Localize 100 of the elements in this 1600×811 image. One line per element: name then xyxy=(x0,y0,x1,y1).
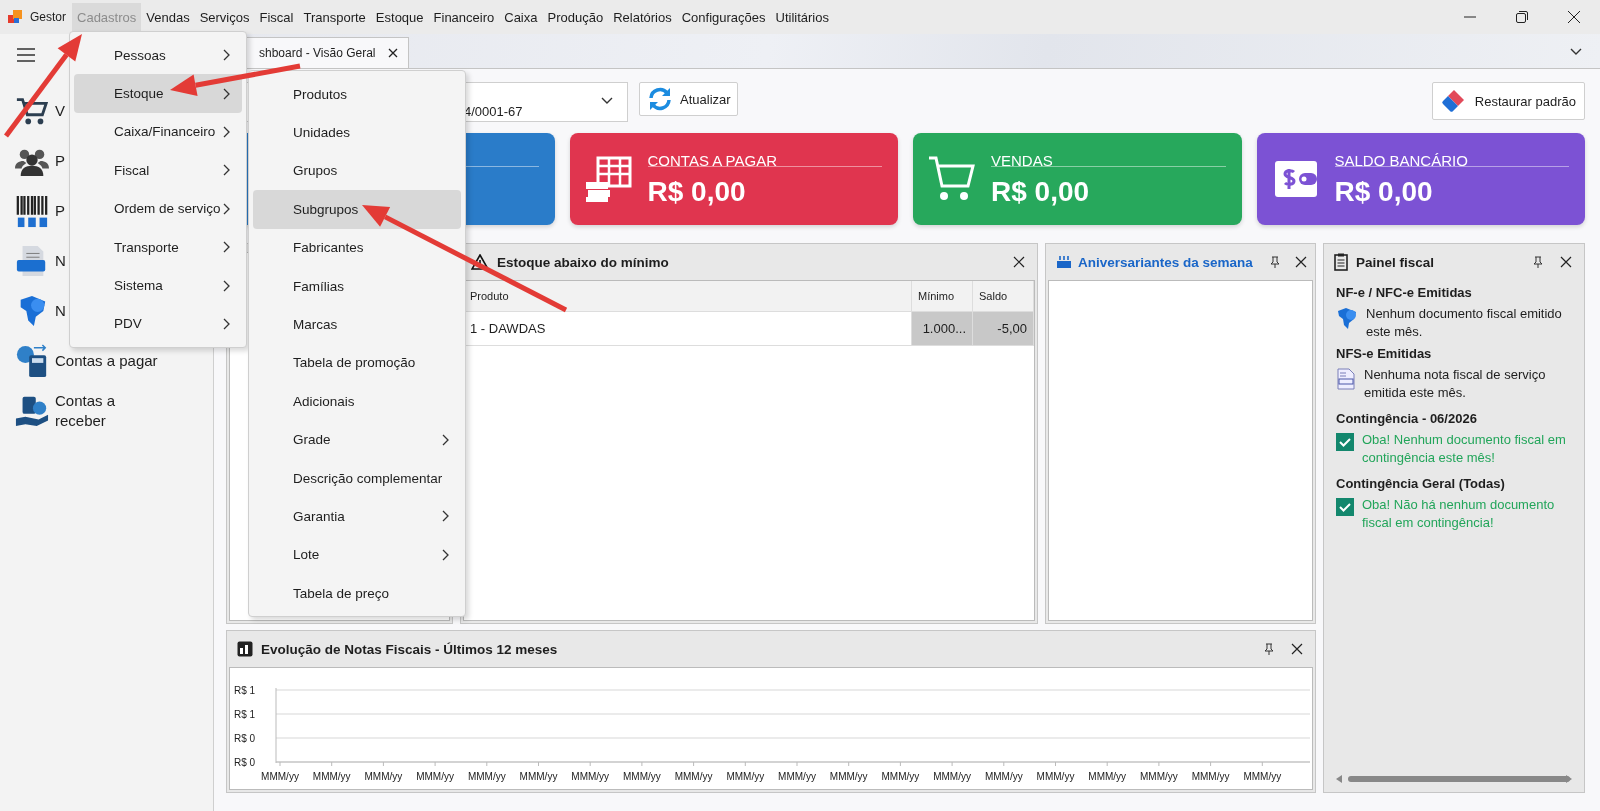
axis-label: MMM/yy xyxy=(1088,771,1127,782)
menu-entry[interactable]: Lote xyxy=(253,535,461,575)
status-message: Nenhuma nota fiscal de serviço emitida este mês. xyxy=(1364,366,1547,402)
menu-item[interactable]: Financeiro xyxy=(428,2,500,32)
sidebar-item[interactable]: Contas a receber xyxy=(55,391,163,431)
menu-item[interactable]: Vendas xyxy=(141,2,195,32)
menu-item[interactable]: Caixa xyxy=(499,2,543,32)
menu-entry[interactable]: Adicionais xyxy=(253,382,461,421)
axis-label: R$ 0 xyxy=(234,733,256,744)
section-heading: Contingência - 06/2026 xyxy=(1336,410,1478,428)
scrollbar[interactable] xyxy=(1336,774,1572,784)
menu-entry[interactable]: Unidades xyxy=(253,113,461,152)
app-name: Gestor xyxy=(30,10,66,24)
chevron-down-icon xyxy=(601,97,613,105)
chevron-right-icon xyxy=(223,87,230,100)
menu-entry[interactable]: PDV xyxy=(74,304,242,344)
restore-icon[interactable] xyxy=(1515,10,1529,24)
panel-title: Evolução de Notas Fiscais - Últimos 12 meses xyxy=(261,641,558,657)
menu-item[interactable]: Utilitários xyxy=(770,2,834,32)
wallet-icon xyxy=(1272,159,1319,199)
card-label: CONTAS A PAGAR xyxy=(647,151,778,171)
sidebar-item[interactable]: P xyxy=(55,151,65,171)
pin-icon[interactable] xyxy=(1269,256,1281,268)
menu-entry[interactable]: Caixa/Financeiro xyxy=(74,112,242,152)
menu-item[interactable]: Produção xyxy=(542,2,609,32)
menu-icon[interactable] xyxy=(16,48,36,62)
menu-item[interactable]: Fiscal xyxy=(254,2,299,32)
menu-entry[interactable]: Produtos xyxy=(253,75,461,114)
menu-item[interactable]: Estoque xyxy=(370,2,429,32)
menu-entry[interactable]: Ordem de serviço xyxy=(74,189,242,228)
menu-item[interactable]: Configurações xyxy=(676,2,771,32)
axis-label: MMM/yy xyxy=(519,771,558,782)
menu-entry[interactable]: Estoque xyxy=(74,74,242,113)
table-cell: -5,00 xyxy=(973,312,1034,345)
menu-entry[interactable]: Fiscal xyxy=(74,151,242,190)
menu-entry[interactable]: Fabricantes xyxy=(253,228,461,267)
table-money-icon xyxy=(583,154,634,204)
section-heading: NFS-e Emitidas xyxy=(1336,345,1433,363)
card-value: R$ 0,00 xyxy=(647,175,747,209)
menu-entry[interactable]: Famílias xyxy=(253,266,461,306)
axis-label: MMM/yy xyxy=(467,771,506,782)
restore-defaults-button[interactable]: Restaurar padrão xyxy=(1431,82,1585,120)
column-header[interactable]: Saldo xyxy=(973,281,1034,311)
menu-entry[interactable]: Transporte xyxy=(74,227,242,267)
menu-entry[interactable]: Tabela de preço xyxy=(253,574,461,613)
axis-label: R$ 1 xyxy=(234,685,256,696)
column-header[interactable]: Mínimo xyxy=(912,281,973,311)
menu-entry[interactable]: Descrição complementar xyxy=(253,458,461,498)
panel-title: Painel fiscal xyxy=(1356,254,1435,270)
close-icon[interactable] xyxy=(387,48,398,58)
status-message: Oba! Nenhum documento fiscal em contingência este mês! xyxy=(1362,431,1567,467)
card-value: R$ 0,00 xyxy=(991,175,1091,209)
chevron-right-icon xyxy=(223,202,230,215)
panel-title: Estoque abaixo do mínimo xyxy=(497,254,669,270)
menu-item[interactable]: Relatórios xyxy=(608,2,677,32)
sidebar-item[interactable]: N xyxy=(55,251,66,271)
sidebar-item[interactable]: V xyxy=(55,101,65,121)
menu-entry[interactable]: Marcas xyxy=(253,305,461,344)
axis-label: MMM/yy xyxy=(623,771,661,782)
section-heading: Contingência Geral (Todas) xyxy=(1336,475,1506,493)
menu-entry[interactable]: Garantia xyxy=(253,497,461,536)
close-icon[interactable] xyxy=(1295,256,1307,268)
pin-icon[interactable] xyxy=(1263,643,1275,655)
menu-entry[interactable]: Grade xyxy=(253,420,461,459)
menu-entry[interactable]: Tabela de promoção xyxy=(253,343,461,383)
axis-label: MMM/yy xyxy=(312,771,351,782)
close-icon[interactable] xyxy=(1013,256,1025,268)
chevron-right-icon xyxy=(223,164,230,177)
check-icon xyxy=(1336,433,1354,451)
axis-label: MMM/yy xyxy=(1036,771,1075,782)
axis-label: MMM/yy xyxy=(1191,771,1230,782)
axis-label: MMM/yy xyxy=(933,771,971,782)
close-icon[interactable] xyxy=(1560,256,1572,268)
axis-label: MMM/yy xyxy=(881,771,920,782)
card-label: SALDO BANCÁRIO xyxy=(1334,151,1469,171)
sidebar-item[interactable]: N xyxy=(55,301,66,321)
sidebar-item[interactable]: P xyxy=(55,201,65,221)
menu-entry[interactable]: Subgrupos xyxy=(253,190,461,229)
sidebar-item[interactable]: Contas a pagar xyxy=(55,351,158,371)
refresh-button[interactable]: Atualizar xyxy=(639,82,738,116)
panel-title: Aniversariantes da semana xyxy=(1078,254,1253,270)
chevron-right-icon xyxy=(223,125,230,138)
axis-label: MMM/yy xyxy=(571,771,610,782)
section-heading: NF-e / NFC-e Emitidas xyxy=(1336,284,1473,302)
warning-icon xyxy=(471,254,489,270)
chevron-right-icon xyxy=(223,241,230,254)
pin-icon[interactable] xyxy=(1532,256,1544,268)
menu-entry[interactable]: Sistema xyxy=(74,266,242,305)
barcode-icon[interactable] xyxy=(15,194,49,228)
chevron-down-icon[interactable] xyxy=(1570,48,1582,56)
axis-label: MMM/yy xyxy=(778,771,816,782)
eraser-icon xyxy=(1440,88,1467,114)
axis-label: R$ 0 xyxy=(234,757,256,768)
menu-entry[interactable]: Grupos xyxy=(253,151,461,191)
menu-item[interactable]: Transporte xyxy=(298,2,371,32)
close-icon[interactable] xyxy=(1567,10,1581,24)
axis-label: MMM/yy xyxy=(674,771,713,782)
menu-item[interactable]: Serviços xyxy=(194,2,255,32)
calculator-icon[interactable] xyxy=(15,344,49,378)
close-icon[interactable] xyxy=(1291,643,1303,655)
